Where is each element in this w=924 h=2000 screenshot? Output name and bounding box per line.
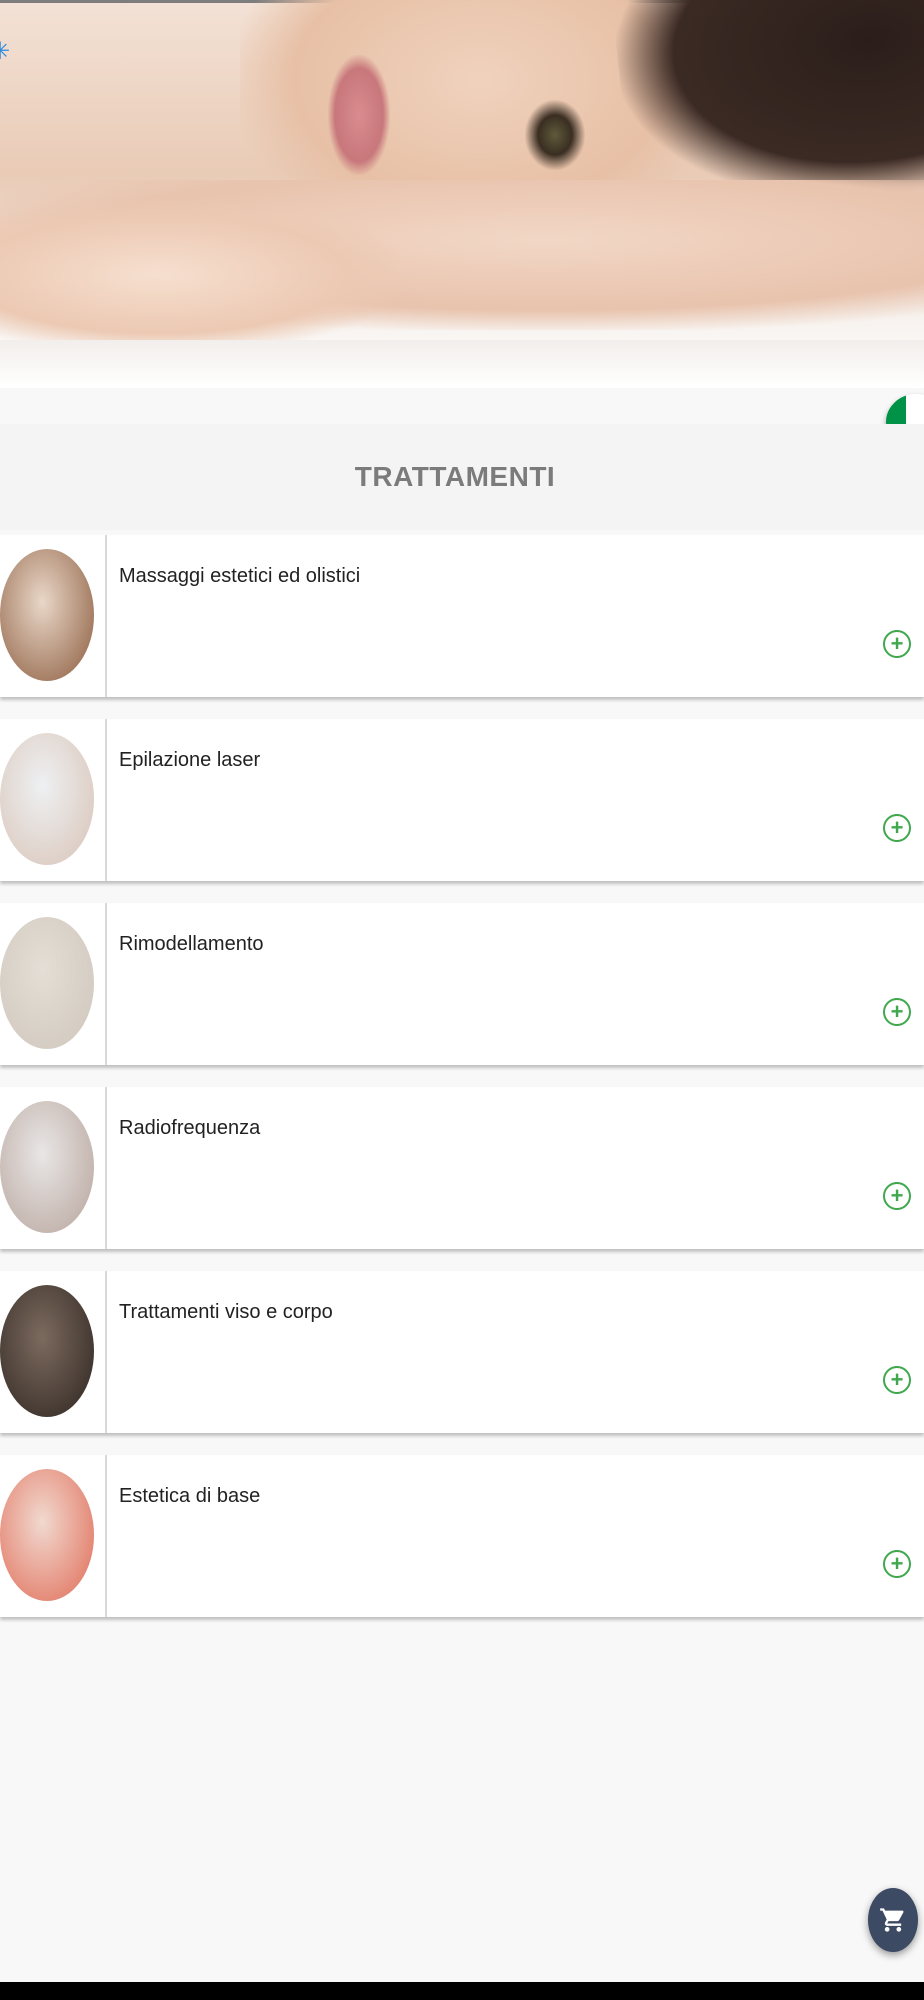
treatment-thumbnail — [0, 1101, 94, 1233]
treatment-thumbnail — [0, 917, 94, 1049]
treatment-thumbnail — [0, 549, 94, 681]
treatment-label: Estetica di base — [119, 1485, 261, 1507]
card-divider — [105, 1455, 107, 1617]
hero-eye-shape — [525, 100, 585, 170]
plus-circle-icon[interactable]: + — [883, 814, 911, 842]
system-navigation-bar — [0, 1982, 924, 2000]
treatment-thumbnail — [0, 1285, 94, 1417]
treatment-card[interactable]: Radiofrequenza + — [0, 1087, 924, 1249]
plus-circle-icon[interactable]: + — [883, 1366, 911, 1394]
plus-circle-icon[interactable]: + — [883, 998, 911, 1026]
treatment-card[interactable]: Massaggi estetici ed olistici + — [0, 535, 924, 697]
card-divider — [105, 1271, 107, 1433]
card-divider — [105, 1087, 107, 1249]
shopping-cart-icon — [880, 1908, 904, 1932]
hero-image — [0, 0, 924, 388]
treatment-thumbnail — [0, 1469, 94, 1601]
treatment-label: Trattamenti viso e corpo — [119, 1301, 333, 1323]
hero-surface — [0, 340, 924, 388]
card-divider — [105, 535, 107, 697]
card-divider — [105, 719, 107, 881]
section-header: TRATTAMENTI — [0, 424, 924, 530]
treatment-thumbnail — [0, 733, 94, 865]
spinner-icon: ✳ — [0, 38, 11, 65]
card-divider — [105, 903, 107, 1065]
treatment-label: Massaggi estetici ed olistici — [119, 565, 361, 587]
treatment-card[interactable]: Trattamenti viso e corpo + — [0, 1271, 924, 1433]
treatment-card[interactable]: Rimodellamento + — [0, 903, 924, 1065]
treatment-card[interactable]: Epilazione laser + — [0, 719, 924, 881]
page-title: TRATTAMENTI — [354, 461, 556, 492]
treatment-card[interactable]: Estetica di base + — [0, 1455, 924, 1617]
hero-hand-shape — [0, 200, 400, 350]
plus-circle-icon[interactable]: + — [883, 1182, 911, 1210]
plus-circle-icon[interactable]: + — [883, 1550, 911, 1578]
cart-button[interactable] — [868, 1888, 918, 1952]
treatment-label: Epilazione laser — [119, 749, 261, 771]
hero-lips-shape — [328, 55, 390, 175]
treatment-label: Radiofrequenza — [119, 1117, 261, 1139]
plus-circle-icon[interactable]: + — [883, 630, 911, 658]
treatment-label: Rimodellamento — [119, 933, 264, 955]
